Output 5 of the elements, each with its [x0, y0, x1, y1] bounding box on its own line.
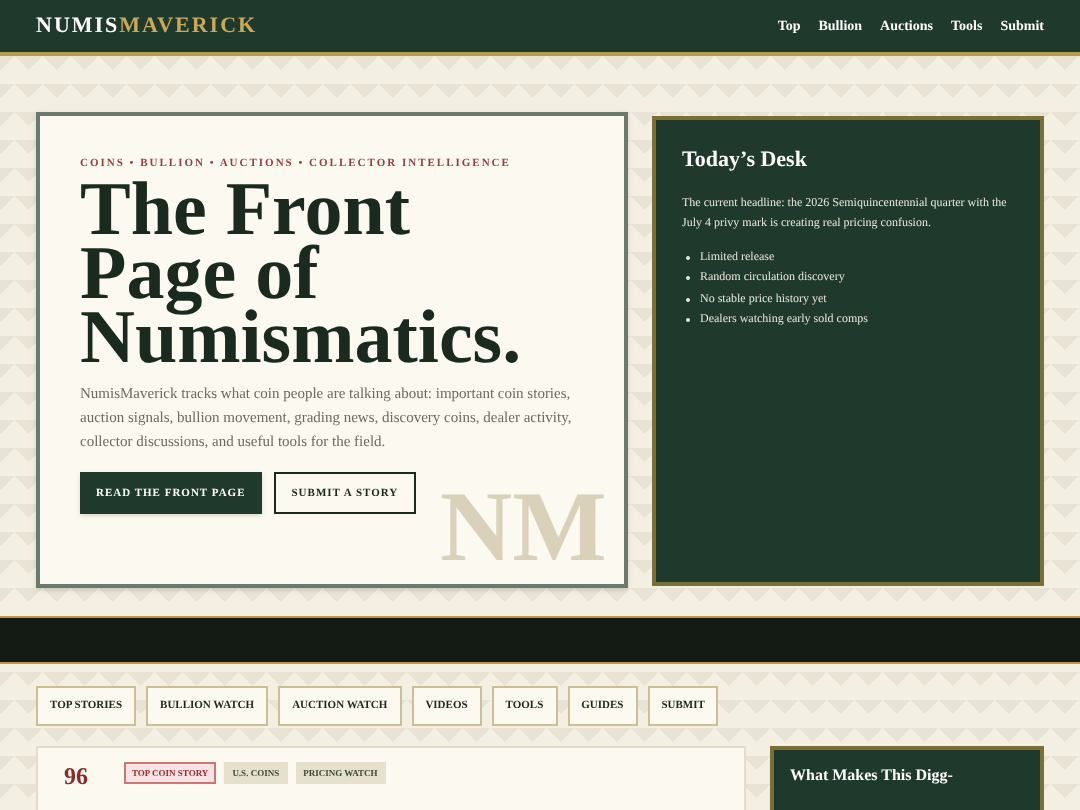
hero-title: The Front Page of Numismatics. [80, 178, 524, 371]
logo[interactable]: NUMISMAVERICK [36, 9, 258, 43]
panel-title: What Makes This Digg- [790, 764, 955, 788]
rank-number: 96 [64, 762, 90, 794]
desk-title: Today’s Desk [682, 146, 809, 176]
